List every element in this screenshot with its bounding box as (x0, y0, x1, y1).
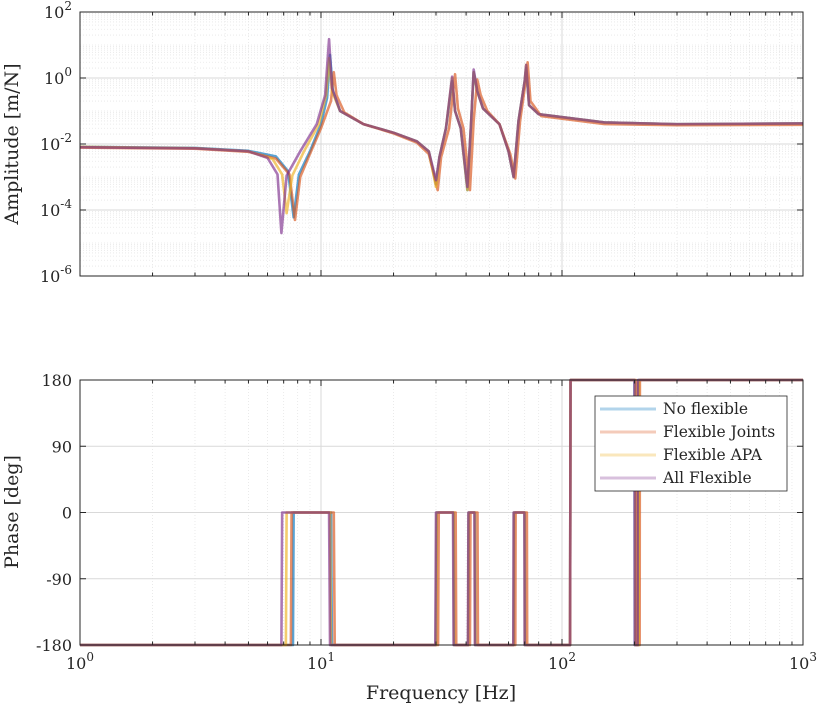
legend: No flexible Flexible Joints Flexible APA Al… (594, 395, 788, 492)
y-tick-label: 90 (52, 437, 72, 456)
legend-label: Flexible APA (663, 446, 763, 464)
y-tick-label: 100 (44, 65, 72, 88)
x-tick-label: 102 (548, 650, 576, 673)
y-tick-label: 10-4 (40, 197, 72, 220)
legend-label: No flexible (663, 400, 748, 418)
y-tick-label: -180 (36, 636, 72, 655)
legend-label: Flexible Joints (663, 423, 775, 441)
y-tick-label: 0 (62, 504, 72, 523)
magnitude-y-tick-labels: 102 100 10-2 10-4 10-6 (40, 0, 72, 286)
x-tick-label: 101 (307, 650, 335, 673)
bode-figure: 102 100 10-2 10-4 10-6 Amplitude [m/N] 180 90… (1, 0, 817, 704)
y-tick-label: 10-2 (40, 131, 72, 154)
y-tick-label: 102 (44, 0, 72, 22)
x-tick-label: 103 (789, 650, 817, 673)
x-tick-label: 100 (66, 650, 94, 673)
legend-label: All Flexible (662, 469, 752, 487)
phase-panel: 180 90 0 -90 -180 100 101 102 103 Phase [deg] F… (1, 371, 817, 704)
magnitude-y-axis-label: Amplitude [m/N] (1, 63, 23, 225)
phase-y-axis-label: Phase [deg] (1, 455, 23, 569)
y-tick-label: 180 (41, 371, 72, 390)
phase-x-tick-labels: 100 101 102 103 (66, 650, 817, 673)
y-tick-label: 10-6 (40, 263, 72, 286)
x-axis-label: Frequency [Hz] (366, 682, 516, 704)
magnitude-panel: 102 100 10-2 10-4 10-6 Amplitude [m/N] (1, 0, 804, 286)
phase-y-tick-labels: 180 90 0 -90 -180 (36, 371, 72, 655)
y-tick-label: -90 (46, 570, 72, 589)
